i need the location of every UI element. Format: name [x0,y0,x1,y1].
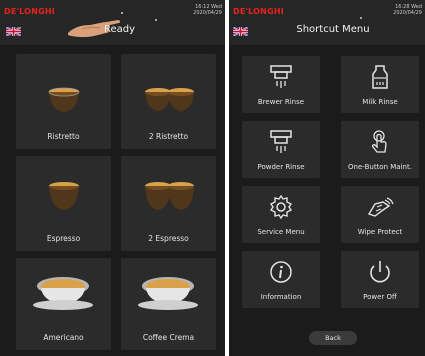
double-espresso-cup-icon [145,88,194,111]
shortcut-information[interactable]: Information [242,251,320,308]
drink-menu-screen: DE'LONGHI Ready 16:12 Wed 2020/04/29 Ris… [0,0,225,356]
power-icon [370,261,390,283]
drink-button-2-ristretto[interactable]: 2 Ristretto [121,54,216,149]
drink-button-ristretto[interactable]: Ristretto [16,54,111,149]
clock-date: 2020/04/29 [193,10,222,16]
single-espresso-cup-icon [49,182,79,210]
clock: 16:12 Wed 2020/04/29 [193,4,222,16]
drink-label: Espresso [46,234,81,243]
shortcut-powder-rinse[interactable]: Powder Rinse [242,121,320,178]
top-bar: DE'LONGHI Shortcut Menu 16:28 Wed 2020/0… [229,0,425,45]
indicator-dot-icon [155,19,157,21]
drink-label: 2 Espresso [148,234,189,243]
top-bar: DE'LONGHI Ready 16:12 Wed 2020/04/29 [0,0,225,45]
shortcut-label: Power Off [363,293,397,301]
clock-date: 2020/04/29 [393,10,422,16]
uk-flag-icon[interactable] [6,27,21,36]
powder-rinse-icon [270,130,292,153]
drink-label: Coffee Crema [142,333,195,342]
shortcut-power-off[interactable]: Power Off [341,251,419,308]
drink-label: 2 Ristretto [148,132,189,141]
shortcut-brewer-rinse[interactable]: Brewer Rinse [242,56,320,113]
shortcut-label: Milk Rinse [362,98,398,106]
shortcut-service-menu[interactable]: Service Menu [242,186,320,243]
uk-flag-icon[interactable] [233,27,248,36]
shortcut-one-button-maint[interactable]: One-Button Maint. [341,121,419,178]
double-espresso-cup-icon [145,182,194,210]
shortcut-label: Service Menu [257,228,305,236]
shortcut-menu-screen: DE'LONGHI Shortcut Menu 16:28 Wed 2020/0… [229,0,425,356]
shortcut-label: Brewer Rinse [257,98,305,106]
menu-line-icon [121,12,123,14]
drink-button-2-espresso[interactable]: 2 Espresso [121,156,216,251]
shortcut-label: Information [260,293,302,301]
brand-logo: DE'LONGHI [4,7,55,16]
drink-button-coffee-crema[interactable]: Coffee Crema [121,258,216,350]
shortcut-label: Powder Rinse [257,163,305,171]
single-espresso-cup-icon [48,87,80,112]
info-icon [270,261,292,283]
brand-logo: DE'LONGHI [233,7,284,16]
drink-label: Americano [43,333,84,342]
milk-rinse-icon [372,65,388,89]
page-title: Shortcut Menu [296,24,370,35]
drink-button-espresso[interactable]: Espresso [16,156,111,251]
indicator-dot-icon [360,17,362,19]
shortcut-wipe-protect[interactable]: Wipe Protect [341,186,419,243]
brewer-rinse-icon [270,65,292,88]
touch-icon [371,130,387,153]
gear-icon [269,194,293,220]
shortcut-label: One-Button Maint. [348,163,412,171]
drink-label: Ristretto [47,132,80,141]
status-text: Ready [104,24,136,35]
wipe-icon [367,197,394,217]
drink-button-americano[interactable]: Americano [16,258,111,350]
shortcut-milk-rinse[interactable]: Milk Rinse [341,56,419,113]
shortcut-label: Wipe Protect [357,228,403,236]
back-button[interactable]: Back [309,331,357,345]
large-cup-icon [138,277,198,310]
large-cup-icon [33,277,93,310]
clock: 16:28 Wed 2020/04/29 [393,4,422,16]
